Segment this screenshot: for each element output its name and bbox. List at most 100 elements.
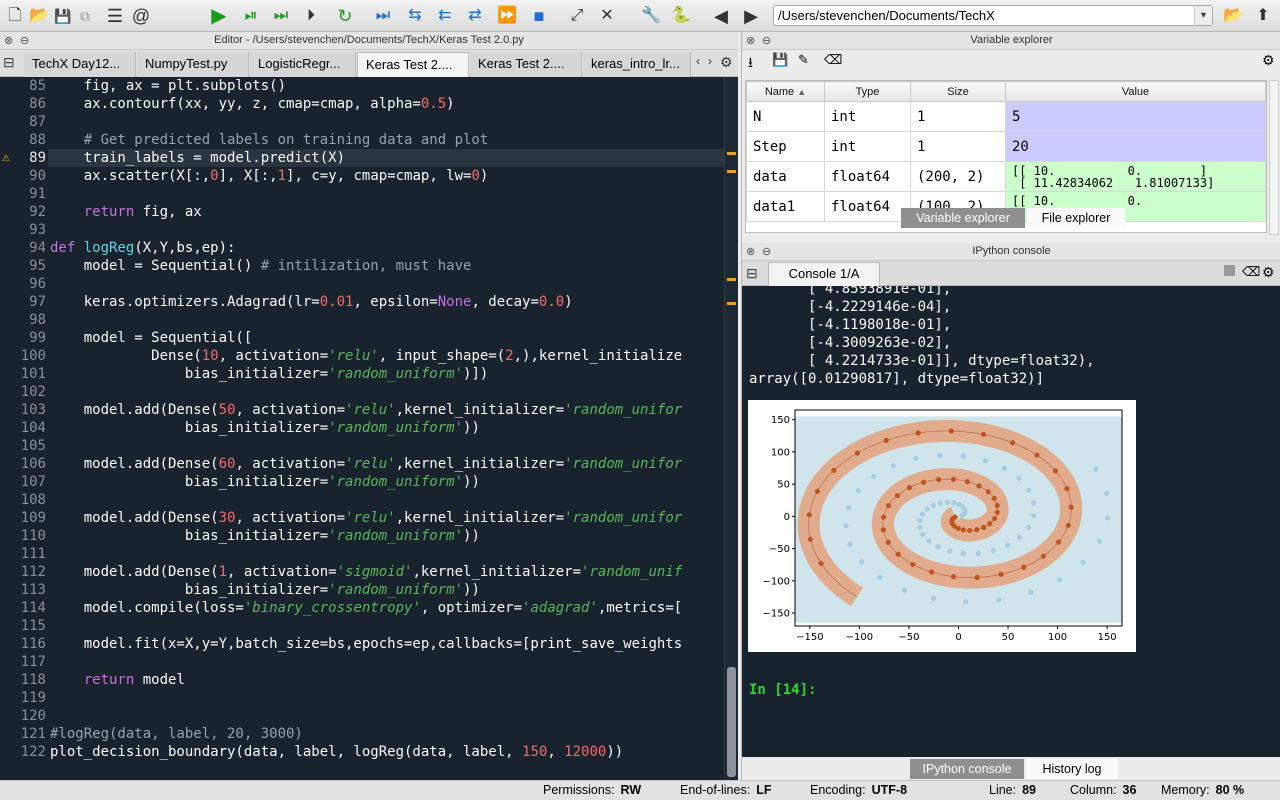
data-point-class1 <box>974 574 980 581</box>
code-line: # Get predicted labels on training data … <box>50 131 489 149</box>
run-icon[interactable]: ▶ <box>208 5 230 27</box>
stop-icon[interactable]: ■ <box>528 5 550 27</box>
close-pane-icon[interactable]: ⊗ <box>746 33 755 50</box>
gear-icon[interactable]: ⚙ <box>1262 52 1275 69</box>
warning-icon[interactable]: ⚠ <box>2 149 10 167</box>
column-header-size[interactable]: Size <box>910 81 1006 102</box>
y-tick-label: 150 <box>771 415 790 426</box>
data-point-class1 <box>894 492 901 499</box>
stop-kernel-icon[interactable] <box>1224 265 1235 276</box>
tab-scroll-left-icon[interactable]: ‹ <box>696 54 700 68</box>
maximize-icon[interactable]: ⤢ <box>566 5 588 27</box>
browse-icon[interactable]: 📂 <box>1222 5 1244 27</box>
step-return-icon[interactable]: ⇇ <box>434 5 456 27</box>
save-all-icon[interactable]: ⧉ <box>74 5 96 27</box>
y-tick-label: 50 <box>777 480 790 491</box>
data-point-class0 <box>1031 500 1037 506</box>
code-line: bias_initializer='random_uniform')) <box>50 581 480 599</box>
editor-tab[interactable]: NumpyTest.py <box>137 52 249 77</box>
undock-pane-icon[interactable]: ⊖ <box>762 33 771 50</box>
working-directory-input[interactable]: /Users/stevenchen/Documents/TechX ▾ <box>773 5 1213 26</box>
x-tick-label: −150 <box>796 632 823 643</box>
tab-variable-explorer[interactable]: Variable explorer <box>901 208 1025 228</box>
close-pane-icon[interactable]: ⊗ <box>746 244 755 261</box>
warning-marker[interactable] <box>727 152 736 155</box>
undock-pane-icon[interactable]: ⊖ <box>20 33 29 50</box>
variable-row[interactable]: data float64 (200, 2)[[ 10. 0. ] [ 11.4283… <box>746 161 1266 192</box>
editor-tab[interactable]: TechX Day12... <box>24 52 136 77</box>
browse-tabs-icon[interactable]: ⊟ <box>3 54 15 71</box>
x-tick-label: 150 <box>1098 632 1117 643</box>
line-number: 86 <box>29 96 46 112</box>
close-pane-icon[interactable]: ⊗ <box>4 33 13 50</box>
tab-console-1a[interactable]: Console 1/A <box>768 262 880 286</box>
data-point-class0 <box>890 463 896 469</box>
editor-tab[interactable]: Keras Test 2.... <box>470 52 582 77</box>
run-selection-icon[interactable]: ⏵ <box>300 5 322 27</box>
run-cell-advance-icon[interactable]: ⏭ <box>270 5 292 27</box>
list-icon[interactable]: ☰ <box>104 5 126 27</box>
fullscreen-icon[interactable]: ✕ <box>596 5 618 27</box>
warning-marker[interactable] <box>727 170 736 173</box>
data-point-class1 <box>814 488 820 494</box>
gear-icon[interactable]: ⚙ <box>720 54 733 71</box>
code-token: model.add(Dense( <box>50 564 219 580</box>
column-header-name[interactable]: Name ▲ <box>746 81 825 102</box>
open-file-icon[interactable]: 📂 <box>28 5 50 27</box>
continue-icon[interactable]: ⇄ <box>464 5 486 27</box>
wrench-icon[interactable]: 🔧 <box>640 5 662 27</box>
editor-tab[interactable]: Keras Test 2.... <box>357 52 469 77</box>
editor-tab[interactable]: LogisticRegr... <box>250 52 356 77</box>
console-prompt[interactable]: In [14]: <box>749 682 816 698</box>
rerun-icon[interactable]: ↻ <box>334 5 356 27</box>
variable-table-scrollbar[interactable] <box>1269 80 1279 235</box>
save-as-icon[interactable]: ✎ <box>798 52 809 68</box>
variable-row[interactable]: Step int 1 20 <box>746 131 1266 162</box>
variable-value: [[ 10. 0. ] [ 11.42834062 1.81007133] <box>1005 161 1266 192</box>
python-icon[interactable]: 🐍 <box>670 5 692 27</box>
data-point-class1 <box>994 502 1000 509</box>
tab-scroll-right-icon[interactable]: › <box>708 54 712 68</box>
save-icon[interactable]: 💾 <box>52 5 74 27</box>
code-editor[interactable]: 85 86 87 88 89 90 91 92 93 94 95 96 97 98 99 100 101 102 1… <box>0 77 738 780</box>
browse-tabs-icon[interactable]: ⊟ <box>746 265 758 282</box>
eraser-icon[interactable]: ⌫ <box>1242 264 1260 280</box>
warning-marker[interactable] <box>727 302 736 305</box>
column-header-type[interactable]: Type <box>824 81 911 102</box>
code-token: model.add(Dense( <box>50 402 219 418</box>
line-number-gutter: 85 86 87 88 89 90 91 92 93 94 95 96 97 98 99 100 101 102 1… <box>0 77 48 780</box>
chevron-down-icon[interactable]: ▾ <box>1194 6 1212 25</box>
data-point-class1 <box>998 571 1004 577</box>
new-file-icon[interactable]: 🗋 <box>4 5 26 27</box>
y-tick-label: −150 <box>763 609 790 620</box>
warning-marker[interactable] <box>727 278 736 281</box>
tab-file-explorer[interactable]: File explorer <box>1027 208 1125 228</box>
data-point-class1 <box>885 539 891 545</box>
scrollbar-thumb[interactable] <box>727 667 736 777</box>
code-token: )) <box>463 474 480 490</box>
import-data-icon[interactable]: ⭳ <box>748 52 753 76</box>
forward-icon[interactable]: ▶ <box>740 5 762 27</box>
undock-pane-icon[interactable]: ⊖ <box>762 244 771 261</box>
eraser-icon[interactable]: ⌫ <box>824 52 842 68</box>
save-data-icon[interactable]: 💾 <box>772 52 788 68</box>
at-icon[interactable]: @ <box>130 5 152 27</box>
continue-run-icon[interactable]: ⏩ <box>496 5 518 27</box>
gear-icon[interactable]: ⚙ <box>1262 264 1275 281</box>
tab-history-log[interactable]: History log <box>1026 759 1118 779</box>
editor-tab[interactable]: keras_intro_lr... <box>583 52 691 77</box>
data-point-class1 <box>987 521 993 527</box>
variable-row[interactable]: Nint 1 5 <box>746 101 1266 132</box>
data-point-class0 <box>1097 538 1103 545</box>
debug-step-icon[interactable]: ⏭ <box>372 5 394 27</box>
back-icon[interactable]: ◀ <box>710 5 732 27</box>
parent-dir-icon[interactable]: ⬆ <box>1252 5 1274 27</box>
editor-pane: ⊗ ⊖ Editor - /Users/stevenchen/Documents… <box>0 32 738 780</box>
decision-boundary-plot: −150 −100 −50 0 50 100 150 150 100 50 0 −50 −100 −150 <box>748 400 1136 652</box>
console-output[interactable]: [ 4.8593891e-01], [-4.2229146e-04], [-4.… <box>742 286 1280 757</box>
column-header-value[interactable]: Value <box>1005 81 1266 102</box>
step-into-icon[interactable]: ⇆ <box>404 5 426 27</box>
run-cell-icon[interactable]: ⏯ <box>240 5 262 27</box>
tab-ipython-console[interactable]: IPython console <box>910 759 1024 779</box>
